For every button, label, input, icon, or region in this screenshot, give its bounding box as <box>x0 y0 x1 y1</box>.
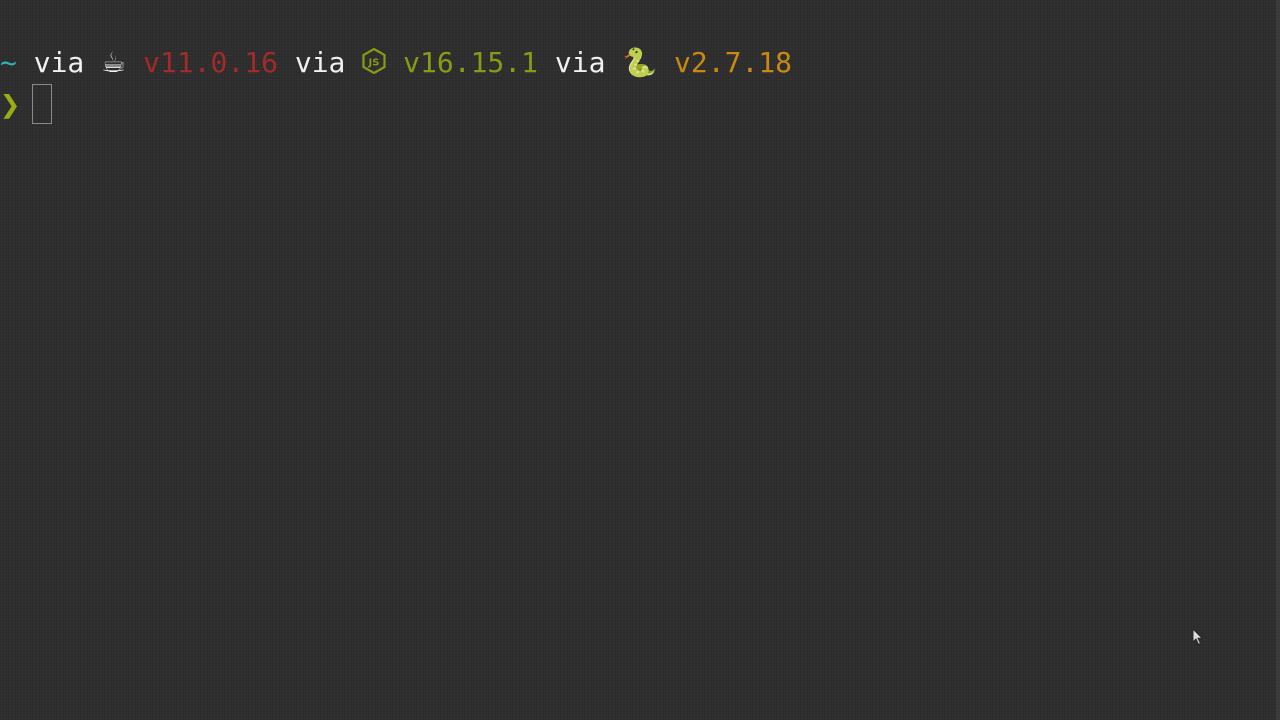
svg-text:JS: JS <box>368 58 380 69</box>
java-version: v11.0.16 <box>143 46 278 79</box>
coffee-icon: ☕ <box>101 46 127 79</box>
python-version: v2.7.18 <box>674 46 793 79</box>
scrollbar[interactable] <box>1276 0 1280 720</box>
via-label-java: via <box>33 46 85 79</box>
prompt-status-line: ~ via ☕ v11.0.16 via JS v16.15.1 via 🐍 v… <box>0 46 792 80</box>
current-directory: ~ <box>0 46 17 79</box>
terminal-window[interactable]: ~ via ☕ v11.0.16 via JS v16.15.1 via 🐍 v… <box>0 0 1280 720</box>
command-input-line[interactable]: ❯ <box>0 84 53 128</box>
node-version: v16.15.1 <box>403 46 538 79</box>
text-cursor[interactable] <box>32 84 53 124</box>
prompt-symbol: ❯ <box>0 85 21 125</box>
nodejs-icon: JS <box>362 46 386 80</box>
mouse-pointer-icon <box>1192 628 1204 646</box>
via-label-python: via <box>554 46 606 79</box>
via-label-node: via <box>294 46 346 79</box>
python-snake-icon: 🐍 <box>622 46 658 79</box>
